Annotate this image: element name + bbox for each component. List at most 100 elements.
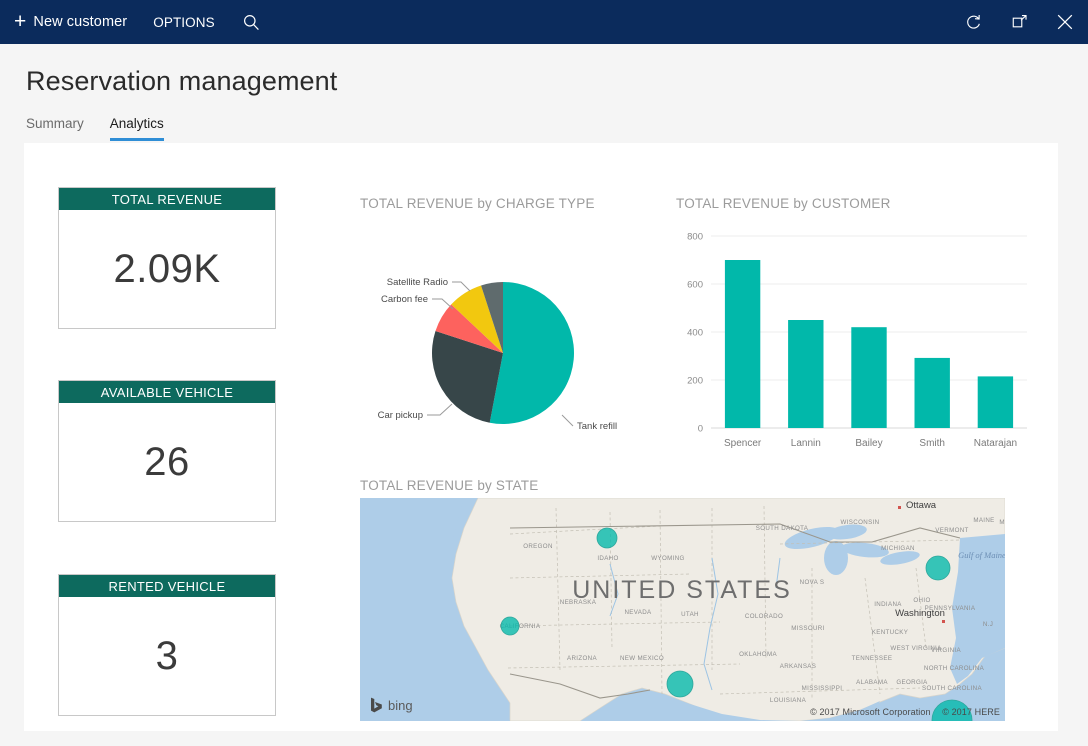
- state-label-new-mexico: NEW MEXICO: [620, 655, 664, 662]
- x-label-bailey: Bailey: [855, 438, 882, 449]
- bar-smith[interactable]: [915, 358, 950, 428]
- state-label-louisiana: LOUISIANA: [770, 697, 807, 704]
- y-tick-200: 200: [687, 376, 703, 387]
- state-label-vermont: VERMONT: [935, 527, 968, 534]
- state-label-kansas: COLORADO: [745, 613, 783, 620]
- x-label-spencer: Spencer: [724, 438, 762, 449]
- state-label-kentucky: KENTUCKY: [872, 629, 909, 636]
- refresh-button[interactable]: [950, 0, 996, 44]
- state-label-maine: MAINE: [973, 517, 994, 524]
- tab-summary[interactable]: Summary: [26, 116, 84, 141]
- kpi-tile-available-vehicle[interactable]: AVAILABLE VEHICLE 26: [58, 380, 276, 522]
- topbar-right-group: [950, 0, 1088, 44]
- leader-satellite-radio: [452, 282, 470, 291]
- popout-button[interactable]: [996, 0, 1042, 44]
- map-visual[interactable]: OREGON IDAHO WYOMING SOUTH DAKOTA WISCON…: [360, 498, 1005, 721]
- state-label-oregon: OREGON: [523, 543, 553, 550]
- state-label-south-carolina: SOUTH CAROLINA: [922, 685, 982, 692]
- kpi-title: RENTED VEHICLE: [59, 575, 275, 597]
- map-attribution-here: © 2017 HERE: [942, 707, 1000, 717]
- popout-icon: [1011, 14, 1028, 31]
- pie-chart-svg: Satellite Radio Carbon fee Car pickup Ta…: [360, 221, 650, 461]
- kpi-title: TOTAL REVENUE: [59, 188, 275, 210]
- city-marker-washington: [942, 620, 945, 623]
- state-label-utah: NEVADA: [624, 609, 652, 616]
- map-bubble-idaho[interactable]: [597, 528, 617, 548]
- map-canvas: OREGON IDAHO WYOMING SOUTH DAKOTA WISCON…: [360, 498, 1005, 721]
- map-attribution: © 2017 Microsoft Corporation © 2017 HERE: [801, 707, 1000, 717]
- close-button[interactable]: [1042, 0, 1088, 44]
- topbar-left-group: + New customer OPTIONS: [0, 0, 276, 44]
- refresh-icon: [965, 14, 982, 31]
- top-command-bar: + New customer OPTIONS: [0, 0, 1088, 44]
- bar-spencer[interactable]: [725, 260, 760, 428]
- bing-logo: bing: [370, 697, 413, 713]
- bar-natarajan[interactable]: [978, 376, 1013, 428]
- kpi-tile-total-revenue[interactable]: TOTAL REVENUE 2.09K: [58, 187, 276, 329]
- leader-car-pickup: [427, 404, 452, 415]
- kpi-value: 2.09K: [113, 247, 220, 292]
- options-button[interactable]: OPTIONS: [141, 0, 226, 44]
- state-label-wyoming: WYOMING: [651, 555, 684, 562]
- pie-label-carbon-fee: Carbon fee: [381, 294, 428, 305]
- pie-label-satellite-radio: Satellite Radio: [387, 277, 448, 288]
- state-label-tennessee: TENNESSEE: [852, 655, 893, 662]
- tabstrip: Summary Analytics: [26, 116, 164, 141]
- options-label: OPTIONS: [153, 15, 214, 30]
- map-bubble-texas[interactable]: [667, 671, 693, 697]
- state-label-indiana: INDIANA: [874, 601, 902, 608]
- bar-category-labels: SpencerLanninBaileySmithNatarajan: [724, 438, 1017, 449]
- state-label-colorado: UTAH: [681, 611, 699, 618]
- kpi-value: 3: [156, 634, 179, 679]
- state-label-ohio: OHIO: [913, 597, 930, 604]
- bar-bailey[interactable]: [851, 327, 886, 428]
- pie-label-tank-refill: Tank refill: [577, 421, 617, 432]
- pie-label-car-pickup: Car pickup: [378, 410, 423, 421]
- kpi-tile-rented-vehicle[interactable]: RENTED VEHICLE 3: [58, 574, 276, 716]
- leader-tank-refill: [562, 415, 573, 426]
- x-label-smith: Smith: [919, 438, 945, 449]
- state-label-west-virginia: WEST VIRGINIA: [890, 645, 942, 652]
- map-country-label: UNITED STATES: [572, 576, 792, 604]
- state-label-missouri: MISSOURI: [791, 625, 824, 632]
- state-label-idaho: IDAHO: [597, 555, 618, 562]
- bar-chart-svg: 0200400600800 SpencerLanninBaileySmithNa…: [669, 206, 1029, 471]
- map-bubble-new-york[interactable]: [926, 556, 950, 580]
- city-label-washington: Washington: [895, 608, 945, 619]
- map-title: TOTAL REVENUE by STATE: [360, 478, 538, 493]
- bing-logo-icon: [370, 697, 383, 713]
- new-customer-label: New customer: [33, 14, 127, 30]
- y-tick-800: 800: [687, 232, 703, 243]
- bar-lannin[interactable]: [788, 320, 823, 428]
- state-label-north-carolina: NORTH CAROLINA: [924, 665, 985, 672]
- state-label-oklahoma: OKLAHOMA: [739, 651, 777, 658]
- state-label-alabama: ALABAMA: [856, 679, 888, 686]
- y-tick-400: 400: [687, 328, 703, 339]
- bing-logo-label: bing: [388, 698, 413, 713]
- pie-chart-title: TOTAL REVENUE by CHARGE TYPE: [360, 196, 595, 211]
- state-label-new-jersey: N.J: [983, 621, 993, 628]
- city-marker-ottawa: [898, 506, 901, 509]
- kpi-body: 3: [59, 597, 275, 715]
- state-label-wisconsin: WISCONSIN: [841, 519, 880, 526]
- pie-chart[interactable]: Satellite Radio Carbon fee Car pickup Ta…: [360, 221, 650, 461]
- state-label-georgia: GEORGIA: [896, 679, 928, 686]
- bar-series: [725, 260, 1013, 428]
- search-button[interactable]: [227, 0, 276, 44]
- tab-analytics[interactable]: Analytics: [110, 116, 164, 141]
- state-label-nebraska: NOVA S: [800, 579, 825, 586]
- map-attribution-microsoft: © 2017 Microsoft Corporation: [810, 707, 931, 717]
- new-customer-button[interactable]: + New customer: [0, 0, 141, 44]
- kpi-body: 26: [59, 403, 275, 521]
- state-label-arkansas: ARKANSAS: [780, 663, 817, 670]
- y-tick-600: 600: [687, 280, 703, 291]
- map-bubble-california[interactable]: [501, 617, 519, 635]
- state-label-arizona: ARIZONA: [567, 655, 597, 662]
- state-label-michigan: MICHIGAN: [881, 545, 915, 552]
- x-label-lannin: Lannin: [791, 438, 821, 449]
- bar-chart[interactable]: 0200400600800 SpencerLanninBaileySmithNa…: [669, 206, 1029, 471]
- page-title: Reservation management: [26, 66, 337, 97]
- close-icon: [1056, 13, 1074, 31]
- bar-y-axis-ticks: 0 200 400 600 800: [687, 232, 703, 435]
- y-tick-0: 0: [698, 424, 703, 435]
